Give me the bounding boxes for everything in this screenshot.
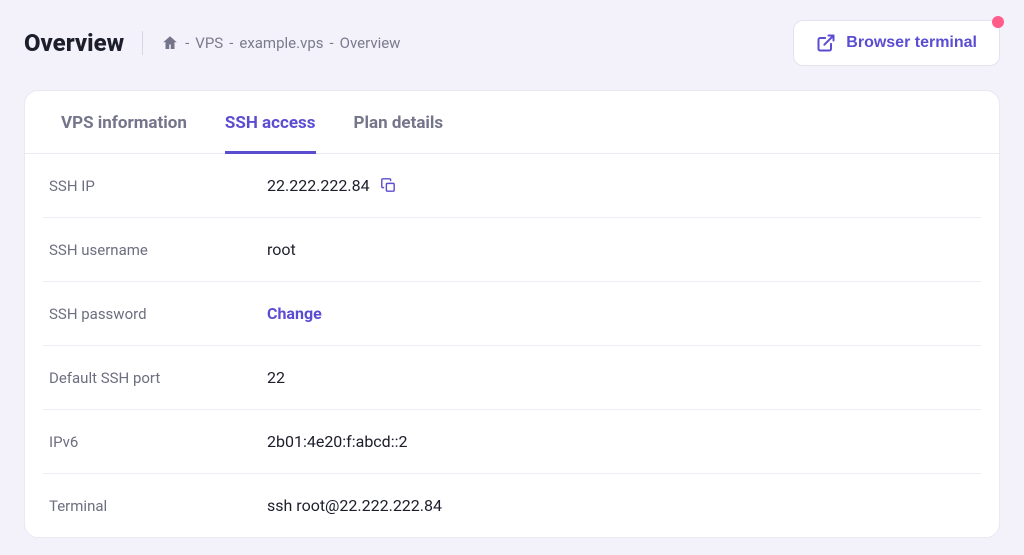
breadcrumb-item-overview[interactable]: Overview [340,34,401,52]
external-link-icon [816,33,836,53]
ipv6-label: IPv6 [49,433,267,451]
change-password-link[interactable]: Change [267,304,322,323]
overview-card: VPS information SSH access Plan details … [24,90,1000,538]
ssh-ip-value-wrap: 22.222.222.84 [267,176,397,195]
ssh-password-label: SSH password [49,305,267,323]
breadcrumb-item-hostname[interactable]: example.vps [239,34,323,52]
ipv6-value: 2b01:4e20:f:abcd::2 [267,432,407,451]
divider [142,31,143,55]
ssh-username-label: SSH username [49,241,267,259]
copy-icon[interactable] [380,177,397,194]
tab-vps-information[interactable]: VPS information [61,91,187,154]
page-header: Overview - VPS - example.vps - Overview … [0,0,1024,82]
ssh-port-label: Default SSH port [49,369,267,387]
ssh-ip-value: 22.222.222.84 [267,176,370,195]
header-left: Overview - VPS - example.vps - Overview [24,29,400,57]
terminal-label: Terminal [49,497,267,515]
terminal-value: ssh root@22.222.222.84 [267,496,442,515]
breadcrumb-item-vps[interactable]: VPS [195,34,223,52]
home-icon[interactable] [161,34,179,52]
breadcrumb: - VPS - example.vps - Overview [161,34,400,52]
ssh-username-value: root [267,240,296,259]
tab-ssh-access[interactable]: SSH access [225,91,316,154]
row-ipv6: IPv6 2b01:4e20:f:abcd::2 [43,410,981,474]
row-terminal: Terminal ssh root@22.222.222.84 [43,474,981,537]
browser-terminal-label: Browser terminal [846,34,977,52]
breadcrumb-sep: - [229,34,233,52]
tab-bar: VPS information SSH access Plan details [25,91,999,154]
browser-terminal-button[interactable]: Browser terminal [793,20,1000,66]
row-ssh-password: SSH password Change [43,282,981,346]
row-ssh-username: SSH username root [43,218,981,282]
row-ssh-ip: SSH IP 22.222.222.84 [43,154,981,218]
page-title: Overview [24,29,124,57]
ssh-access-panel: SSH IP 22.222.222.84 SSH username root S… [25,154,999,537]
row-ssh-port: Default SSH port 22 [43,346,981,410]
ssh-port-value: 22 [267,368,285,387]
notification-dot-icon [992,16,1004,28]
breadcrumb-sep: - [185,34,189,52]
breadcrumb-sep: - [330,34,334,52]
tab-plan-details[interactable]: Plan details [354,91,444,154]
ssh-ip-label: SSH IP [49,177,267,195]
